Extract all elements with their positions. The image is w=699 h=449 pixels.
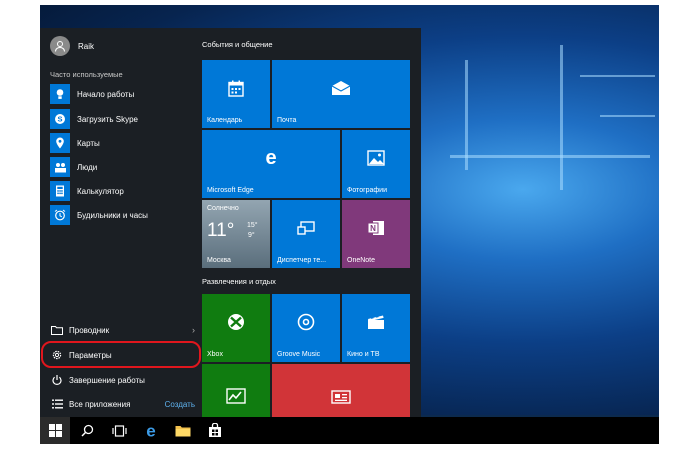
- app-skype[interactable]: S Загрузить Skype: [50, 108, 200, 130]
- folder-icon: [175, 426, 191, 437]
- groove-music-icon: [272, 294, 340, 350]
- tile-mail[interactable]: Почта: [272, 60, 410, 128]
- weather-high: 15°: [247, 222, 258, 229]
- tile-task-manager[interactable]: Диспетчер те...: [272, 200, 340, 268]
- tile-movies[interactable]: Кино и ТВ: [342, 294, 410, 362]
- explorer-item[interactable]: Проводник ›: [50, 320, 195, 340]
- task-manager-icon: [272, 200, 340, 256]
- windows-logo-icon: [48, 424, 62, 437]
- all-apps-item[interactable]: Все приложения Создать: [50, 394, 195, 414]
- people-icon: [50, 157, 70, 177]
- calendar-icon: [202, 60, 270, 116]
- task-view-button[interactable]: [104, 417, 134, 444]
- start-menu: Raik Часто используемые Начало работы S …: [40, 28, 421, 432]
- app-maps[interactable]: Карты: [50, 132, 200, 154]
- mail-icon: [272, 60, 410, 116]
- power-label: Завершение работы: [69, 375, 145, 385]
- tile-label: Почта: [277, 117, 297, 124]
- tile-label: OneNote: [347, 257, 376, 264]
- lightbulb-icon: [50, 84, 70, 104]
- edge-icon: e: [146, 423, 155, 439]
- tile-label: Xbox: [207, 351, 223, 358]
- app-label: Калькулятор: [77, 186, 124, 196]
- tile-groove[interactable]: Groove Music: [272, 294, 340, 362]
- weather-title: Солнечно: [207, 205, 239, 212]
- chart-icon: [226, 388, 246, 409]
- xbox-icon: [202, 294, 270, 350]
- user-avatar-icon: [50, 36, 70, 56]
- all-apps-label: Все приложения: [69, 399, 131, 409]
- skype-icon: S: [50, 109, 70, 129]
- svg-text:S: S: [57, 115, 62, 124]
- clapperboard-icon: [342, 294, 410, 350]
- tile-label: Microsoft Edge: [207, 187, 254, 194]
- tile-onenote[interactable]: N OneNote: [342, 200, 410, 268]
- search-button[interactable]: [72, 417, 102, 444]
- list-icon: [50, 399, 64, 409]
- store-taskbar-button[interactable]: [200, 417, 230, 444]
- tile-calendar[interactable]: Календарь: [202, 60, 270, 128]
- tile-label: Календарь: [207, 117, 243, 124]
- alarm-icon: [50, 205, 70, 225]
- folder-icon: [50, 325, 64, 335]
- create-link[interactable]: Создать: [165, 400, 195, 409]
- app-get-started[interactable]: Начало работы: [50, 83, 200, 105]
- power-icon: [50, 374, 64, 386]
- edge-taskbar-button[interactable]: e: [136, 417, 166, 444]
- svg-text:e: e: [146, 423, 155, 439]
- tile-label: Кино и ТВ: [347, 351, 380, 358]
- search-icon: [80, 424, 93, 437]
- onenote-icon: N: [342, 200, 410, 256]
- tile-label: Фотографии: [347, 187, 388, 194]
- svg-text:e: e: [265, 148, 276, 168]
- app-alarms[interactable]: Будильники и часы: [50, 204, 200, 226]
- svg-text:N: N: [370, 224, 376, 233]
- tile-weather[interactable]: Солнечно 11° 15° 9° Москва: [202, 200, 270, 268]
- task-view-icon: [111, 424, 127, 437]
- maps-icon: [50, 133, 70, 153]
- most-used-header: Часто используемые: [50, 70, 123, 79]
- user-account[interactable]: Raik: [50, 36, 94, 56]
- chevron-right-icon[interactable]: ›: [192, 325, 195, 335]
- explorer-taskbar-button[interactable]: [168, 417, 198, 444]
- tile-label: Groove Music: [277, 351, 321, 358]
- user-name: Raik: [78, 41, 95, 51]
- group-header-life: События и общение: [202, 40, 273, 49]
- screenshot: Raik Часто используемые Начало работы S …: [40, 5, 659, 444]
- power-item[interactable]: Завершение работы: [50, 370, 195, 390]
- photos-icon: [342, 130, 410, 186]
- app-label: Люди: [77, 162, 98, 172]
- explorer-label: Проводник: [69, 325, 110, 335]
- app-label: Карты: [77, 138, 100, 148]
- start-button[interactable]: [40, 417, 70, 444]
- weather-city: Москва: [207, 257, 231, 264]
- tile-area: События и общение Календарь Почта e Micr…: [200, 28, 421, 432]
- store-bag-icon: [209, 423, 221, 437]
- app-label: Начало работы: [77, 89, 135, 99]
- tile-xbox[interactable]: Xbox: [202, 294, 270, 362]
- tile-label: Диспетчер те...: [277, 257, 327, 264]
- taskbar: e: [40, 417, 659, 444]
- calculator-icon: [50, 181, 70, 201]
- tile-photos[interactable]: Фотографии: [342, 130, 410, 198]
- tile-edge[interactable]: e Microsoft Edge: [202, 130, 340, 198]
- app-people[interactable]: Люди: [50, 156, 200, 178]
- app-label: Загрузить Skype: [77, 114, 138, 124]
- group-header-play: Развлечения и отдых: [202, 277, 276, 286]
- app-calculator[interactable]: Калькулятор: [50, 180, 200, 202]
- app-label: Будильники и часы: [77, 210, 148, 220]
- news-icon: [331, 390, 351, 409]
- weather-temp: 11°: [207, 220, 235, 241]
- edge-icon: e: [202, 130, 340, 186]
- settings-highlight-ring: [41, 341, 201, 368]
- weather-low: 9°: [248, 232, 255, 239]
- start-left-column: Raik Часто используемые Начало работы S …: [40, 28, 201, 417]
